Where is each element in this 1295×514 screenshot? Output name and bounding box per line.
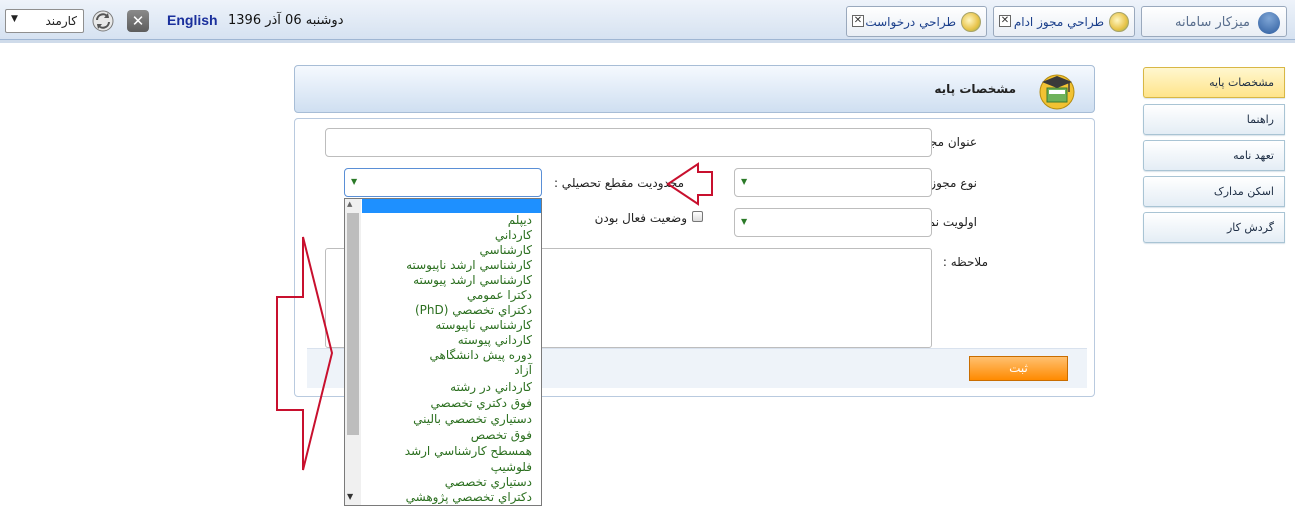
app-root: کارمند ▼ ✕ English دوشنبه 06 آذر 1396 ✕ …: [0, 0, 1295, 514]
annotation-arrow-left: [666, 162, 713, 206]
annotation-arrows: [276, 162, 713, 471]
annotation-arrow-right: [276, 236, 334, 471]
